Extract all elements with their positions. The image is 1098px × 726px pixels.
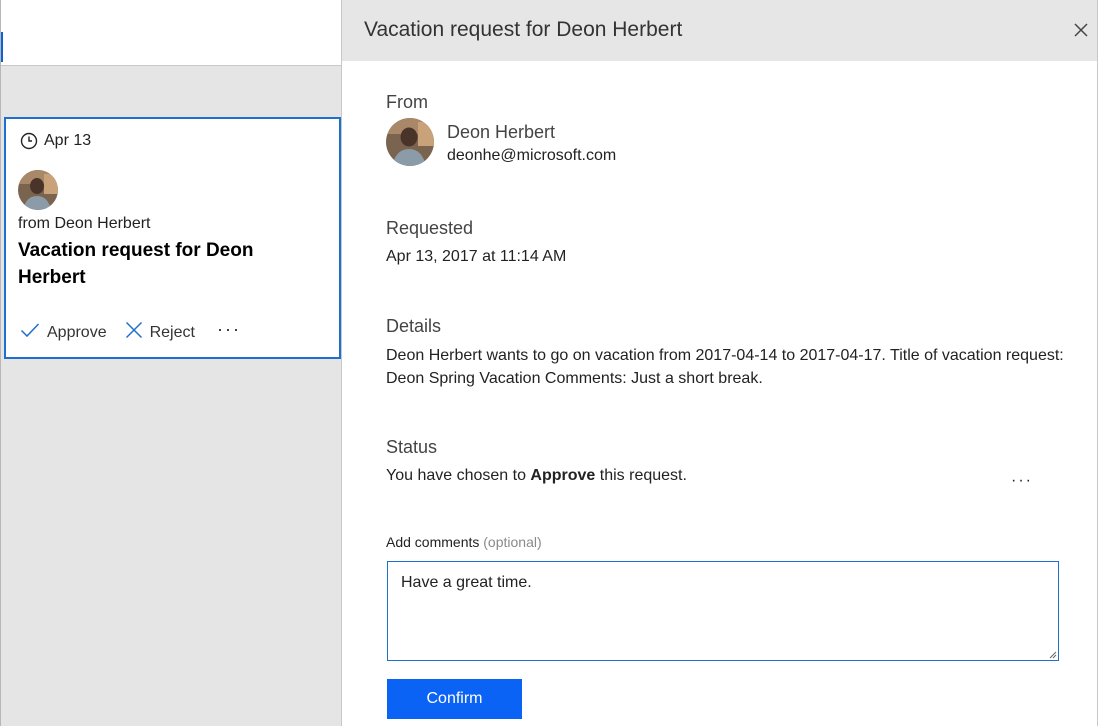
sender-email: deonhe@microsoft.com — [447, 147, 617, 164]
card-title: Vacation request for Deon Herbert — [18, 240, 254, 288]
detail-panel: Vacation request for Deon Herbert From D… — [341, 0, 1098, 726]
status-value: You have chosen to Approve this request. — [386, 464, 687, 487]
details-label: Details — [386, 316, 442, 336]
reject-button[interactable]: Reject — [125, 321, 195, 344]
comments-label-text: Add comments — [386, 534, 480, 550]
card-actions: Approve Reject ··· — [20, 320, 241, 344]
comments-optional: (optional) — [483, 534, 542, 550]
card-date: Apr 13 — [44, 132, 92, 149]
confirm-button[interactable]: Confirm — [387, 679, 522, 719]
requested-value: Apr 13, 2017 at 11:14 AM — [386, 248, 567, 265]
status-more-button[interactable]: ··· — [1011, 472, 1033, 490]
approve-label: Approve — [47, 323, 107, 341]
details-value: Deon Herbert wants to go on vacation fro… — [386, 347, 1064, 387]
from-label: From — [386, 92, 428, 112]
card-date-row: Apr 13 — [20, 132, 91, 150]
focus-indicator — [1, 32, 3, 62]
comments-input[interactable]: Have a great time. — [387, 561, 1059, 661]
avatar — [18, 170, 58, 210]
sender-avatar — [386, 118, 434, 166]
request-list-pane: Apr 13 from Deon Herbert Vacation reques… — [0, 0, 341, 726]
approve-button[interactable]: Approve — [20, 322, 107, 343]
x-icon — [125, 321, 143, 344]
status-suffix: this request. — [595, 467, 687, 484]
card-more-button[interactable]: ··· — [217, 320, 241, 342]
request-card[interactable]: Apr 13 from Deon Herbert Vacation reques… — [4, 117, 341, 359]
resize-grip-icon[interactable] — [1047, 649, 1057, 659]
list-top-bar — [1, 0, 341, 66]
panel-header: Vacation request for Deon Herbert — [342, 0, 1097, 61]
card-sender: from Deon Herbert — [18, 215, 151, 232]
status-label: Status — [386, 437, 438, 457]
requested-label: Requested — [386, 218, 474, 238]
clock-icon — [20, 132, 38, 150]
comments-label: Add comments (optional) — [386, 534, 542, 550]
checkmark-icon — [20, 322, 40, 343]
reject-label: Reject — [149, 323, 195, 341]
panel-title: Vacation request for Deon Herbert — [364, 18, 683, 41]
status-prefix: You have chosen to — [386, 467, 531, 484]
sender-name: Deon Herbert — [447, 122, 556, 142]
status-action: Approve — [530, 467, 596, 484]
close-icon[interactable] — [1071, 20, 1091, 40]
